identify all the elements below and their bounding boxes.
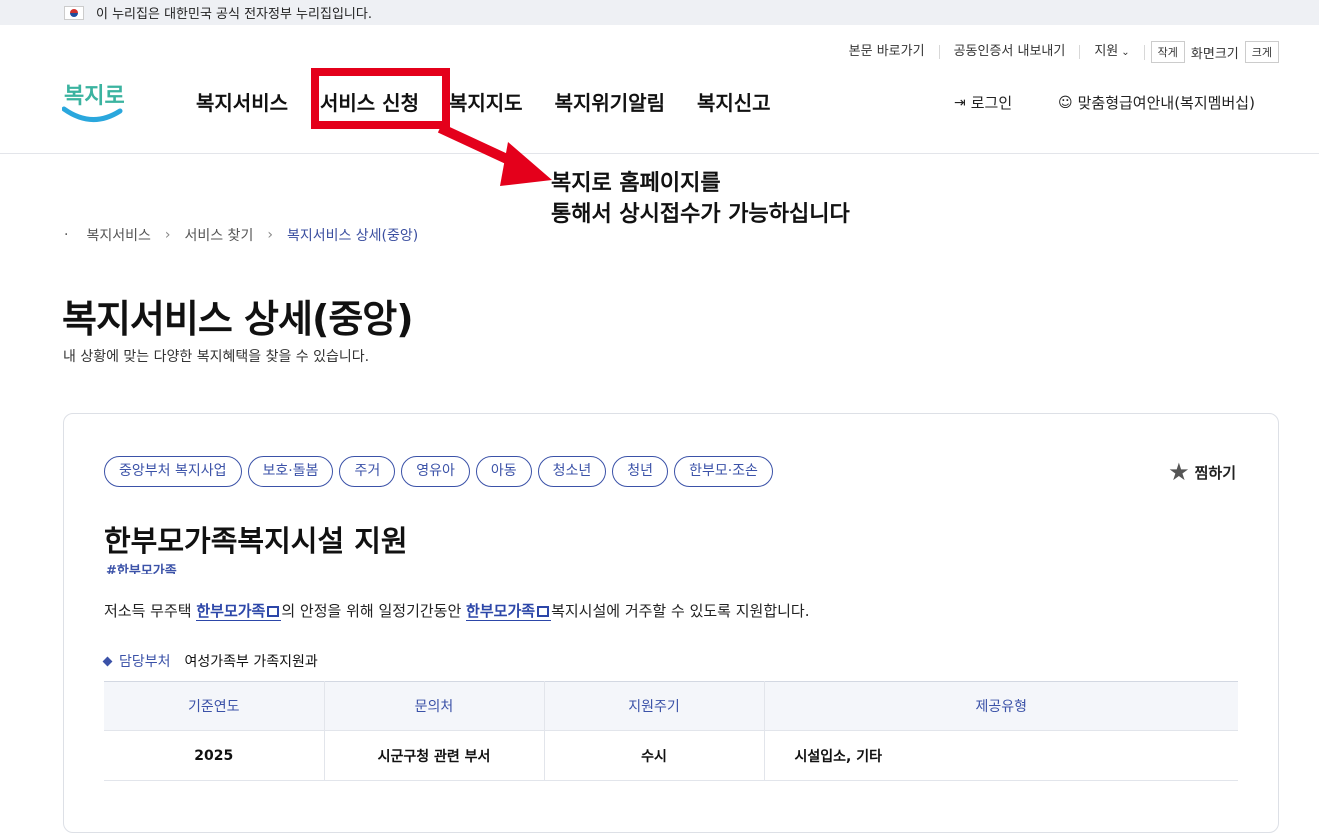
page-subtitle: 내 상황에 맞는 다양한 복지혜택을 찾을 수 있습니다. bbox=[63, 349, 370, 365]
table-cell: 시군구청 관련 부서 bbox=[324, 730, 545, 781]
font-small-button[interactable]: 작게 bbox=[1150, 41, 1185, 63]
table-cell: 2025 bbox=[104, 730, 325, 781]
chevron-right-icon: › bbox=[267, 227, 273, 243]
skip-to-content-link[interactable]: 본문 바로가기 bbox=[835, 45, 940, 59]
tag-chip[interactable]: 아동 bbox=[475, 456, 532, 487]
desc-text: 저소득 무주택 bbox=[104, 602, 197, 620]
support-dropdown[interactable]: 지원 ⌄ bbox=[1080, 43, 1145, 60]
table-header-row: 기준연도 문의처 지원주기 제공유형 bbox=[104, 681, 1238, 731]
service-card: 중앙부처 복지사업 보호·돌봄 주거 영유아 아동 청소년 청년 한부모·조손 … bbox=[63, 413, 1279, 833]
tag-chip[interactable]: 보호·돌봄 bbox=[247, 456, 334, 487]
service-info-table: 기준연도 문의처 지원주기 제공유형 2025 시군구청 관련 부서 수시 시설… bbox=[104, 681, 1238, 781]
bokjiro-logo[interactable]: 복지로 bbox=[61, 73, 125, 125]
gov-banner-text: 이 누리집은 대한민국 공식 전자정부 누리집입니다. bbox=[96, 7, 372, 22]
department-info: 담당부처 여성가족부 가족지원과 bbox=[102, 651, 318, 671]
utility-nav: 본문 바로가기 공동인증서 내보내기 지원 ⌄ 작게 화면크기 크게 bbox=[835, 41, 1279, 63]
tag-list: 중앙부처 복지사업 보호·돌봄 주거 영유아 아동 청소년 청년 한부모·조손 bbox=[104, 456, 779, 487]
korea-flag-icon bbox=[64, 5, 84, 20]
membership-link[interactable]: ☺ 맞춤형급여안내(복지멤버십) bbox=[1058, 92, 1255, 113]
site-header: 본문 바로가기 공동인증서 내보내기 지원 ⌄ 작게 화면크기 크게 복지로 복지… bbox=[0, 25, 1319, 154]
user-add-icon: ☺ bbox=[1058, 94, 1073, 111]
annotation-arrow-icon bbox=[437, 123, 552, 186]
department-label: 담당부처 bbox=[119, 654, 171, 670]
login-label: 로그인 bbox=[970, 94, 1013, 112]
login-icon: ⇥ bbox=[954, 94, 966, 111]
nav-welfare-service[interactable]: 복지서비스 bbox=[196, 87, 288, 116]
hashtag-link[interactable]: #한부모가족 bbox=[106, 560, 177, 574]
tag-chip[interactable]: 중앙부처 복지사업 bbox=[104, 456, 242, 487]
breadcrumb-current: 복지서비스 상세(중앙) bbox=[286, 228, 419, 244]
logo-text: 복지로 bbox=[64, 84, 124, 109]
breadcrumb-item[interactable]: 서비스 찾기 bbox=[184, 225, 253, 245]
breadcrumb-item[interactable]: 복지서비스 bbox=[86, 225, 150, 245]
support-label: 지원 bbox=[1094, 43, 1119, 59]
document-icon bbox=[537, 606, 550, 617]
keyword-link[interactable]: 한부모가족 bbox=[196, 602, 282, 621]
nav-crisis-alert[interactable]: 복지위기알림 bbox=[555, 87, 665, 116]
table-cell: 시설입소, 기타 bbox=[764, 730, 1238, 781]
tag-chip[interactable]: 주거 bbox=[339, 456, 396, 487]
tag-chip[interactable]: 청년 bbox=[612, 456, 669, 487]
document-icon bbox=[267, 606, 280, 617]
department-value: 여성가족부 가족지원과 bbox=[184, 654, 318, 670]
breadcrumb-bullet-icon: · bbox=[64, 227, 69, 243]
desc-text: 의 안정을 위해 일정기간동안 bbox=[281, 602, 467, 620]
keyword-text: 한부모가족 bbox=[196, 602, 266, 620]
desc-text: 복지시설에 거주할 수 있도록 지원합니다. bbox=[551, 602, 810, 620]
favorite-label: 찜하기 bbox=[1194, 463, 1236, 482]
diamond-bullet-icon bbox=[102, 656, 113, 666]
table-header: 문의처 bbox=[324, 681, 545, 731]
table-header: 지원주기 bbox=[544, 681, 765, 731]
annotation-text: 복지로 홈페이지를 통해서 상시접수가 가능하십니다 bbox=[551, 168, 850, 230]
table-row: 2025 시군구청 관련 부서 수시 시설입소, 기타 bbox=[104, 730, 1238, 781]
annotation-line-2: 통해서 상시접수가 가능하십니다 bbox=[551, 202, 850, 227]
nav-welfare-report[interactable]: 복지신고 bbox=[697, 87, 771, 116]
membership-label: 맞춤형급여안내(복지멤버십) bbox=[1077, 94, 1255, 112]
table-header: 기준연도 bbox=[104, 681, 325, 731]
annotation-line-1: 복지로 홈페이지를 bbox=[551, 171, 721, 196]
zoom-label: 화면크기 bbox=[1190, 46, 1239, 62]
login-link[interactable]: ⇥ 로그인 bbox=[954, 92, 1012, 113]
page-title: 복지서비스 상세(중앙) bbox=[62, 297, 414, 341]
service-title: 한부모가족복지시설 지원 bbox=[104, 524, 408, 558]
font-large-button[interactable]: 크게 bbox=[1244, 41, 1279, 63]
tag-chip[interactable]: 영유아 bbox=[401, 456, 470, 487]
gov-banner: 이 누리집은 대한민국 공식 전자정부 누리집입니다. bbox=[0, 0, 1319, 25]
table-cell: 수시 bbox=[544, 730, 765, 781]
keyword-text: 한부모가족 bbox=[466, 602, 536, 620]
tag-chip[interactable]: 한부모·조손 bbox=[674, 456, 773, 487]
breadcrumb: · 복지서비스 › 서비스 찾기 › 복지서비스 상세(중앙) bbox=[64, 225, 418, 245]
service-description: 저소득 무주택 한부모가족 의 안정을 위해 일정기간동안 한부모가족 복지시설에 … bbox=[104, 600, 810, 621]
chevron-down-icon: ⌄ bbox=[1121, 46, 1130, 58]
favorite-button[interactable]: ★ 찜하기 bbox=[1168, 458, 1236, 486]
cert-export-link[interactable]: 공동인증서 내보내기 bbox=[940, 45, 1081, 59]
keyword-link[interactable]: 한부모가족 bbox=[466, 602, 552, 621]
tag-chip[interactable]: 청소년 bbox=[537, 456, 607, 487]
table-header: 제공유형 bbox=[764, 681, 1238, 731]
star-icon: ★ bbox=[1168, 458, 1190, 486]
chevron-right-icon: › bbox=[164, 227, 171, 243]
